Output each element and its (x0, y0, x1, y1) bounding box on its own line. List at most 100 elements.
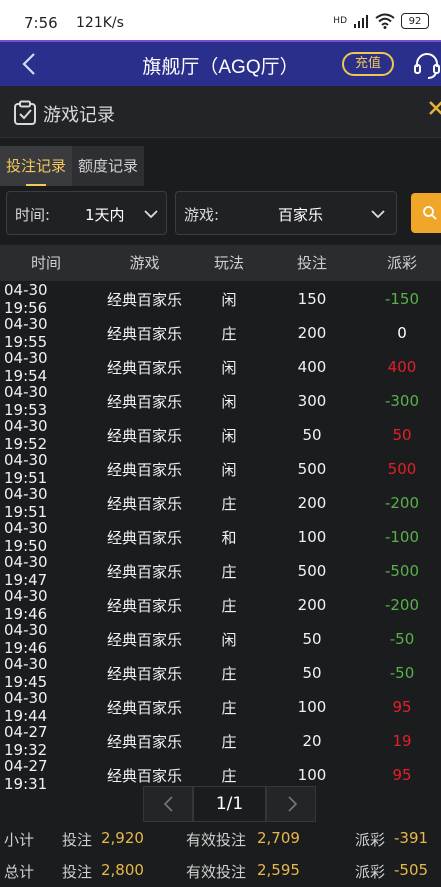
total-payout-value: -505 (394, 861, 429, 879)
row-payout: -200 (384, 596, 420, 614)
row-bet: 100 (297, 698, 327, 716)
signal-icon (354, 15, 368, 28)
tab-credit-records[interactable]: 额度记录 (72, 146, 145, 186)
row-bet: 50 (302, 630, 322, 648)
next-page-button[interactable] (266, 786, 316, 822)
chevron-right-icon (288, 796, 298, 812)
time-filter-select[interactable]: 时间: 1天内 (6, 191, 167, 235)
pagination: 1/1 (143, 786, 316, 822)
row-play: 闲 (221, 290, 237, 309)
row-game: 经典百家乐 (106, 528, 182, 547)
row-game: 经典百家乐 (106, 460, 182, 479)
row-bet: 200 (297, 324, 327, 342)
wifi-icon (375, 13, 395, 29)
chevron-left-icon (163, 796, 173, 812)
subtotal-payout-label: 派彩 (355, 831, 386, 849)
subtotal-bet-label: 投注 (62, 831, 93, 849)
network-type-icon: HD (333, 16, 347, 26)
subtotal-label: 小计 (4, 831, 35, 849)
table-row: 04-30 19:51 经典百家乐 庄 200 -200 (0, 485, 441, 521)
column-header-game: 游戏 (129, 254, 160, 272)
page-indicator: 1/1 (193, 786, 266, 822)
row-time: 04-30 19:45 (4, 655, 48, 691)
total-bet-label: 投注 (62, 863, 93, 881)
row-time: 04-27 19:32 (4, 723, 48, 759)
row-time: 04-30 19:46 (4, 621, 48, 657)
row-play: 和 (221, 528, 237, 547)
row-payout: 95 (392, 698, 412, 716)
table-row: 04-30 19:44 经典百家乐 庄 100 95 (0, 689, 441, 725)
row-bet: 50 (302, 664, 322, 682)
panel-header: 游戏记录 (0, 86, 441, 138)
row-bet: 500 (297, 460, 327, 478)
row-time: 04-30 19:44 (4, 689, 48, 725)
game-filter-select[interactable]: 游戏: 百家乐 (175, 191, 397, 235)
row-time: 04-30 19:51 (4, 485, 48, 521)
column-header-payout: 派彩 (386, 254, 417, 272)
panel-title: 游戏记录 (43, 105, 115, 126)
row-game: 经典百家乐 (106, 392, 182, 411)
close-icon[interactable] (424, 96, 441, 124)
row-bet: 100 (297, 528, 327, 546)
row-game: 经典百家乐 (106, 732, 182, 751)
row-game: 经典百家乐 (106, 494, 182, 513)
total-label: 总计 (4, 863, 35, 881)
row-play: 闲 (221, 358, 237, 377)
row-payout: -200 (384, 494, 420, 512)
row-payout: -100 (384, 528, 420, 546)
column-header-time: 时间 (30, 254, 61, 272)
row-bet: 200 (297, 494, 327, 512)
recharge-button[interactable]: 充值 (342, 52, 394, 76)
row-play: 庄 (221, 766, 237, 785)
prev-page-button[interactable] (143, 786, 193, 822)
row-payout: -500 (384, 562, 420, 580)
row-payout: 400 (387, 358, 417, 376)
row-play: 闲 (221, 392, 237, 411)
row-bet: 100 (297, 766, 327, 784)
chevron-down-icon (371, 210, 385, 219)
total-valid-value: 2,595 (257, 861, 300, 879)
table-row: 04-30 19:51 经典百家乐 闲 500 500 (0, 451, 441, 487)
row-play: 庄 (221, 494, 237, 513)
row-time: 04-30 19:52 (4, 417, 48, 453)
status-time: 7:56 (24, 14, 58, 32)
bet-record-list: 04-30 19:56 经典百家乐闲 150 -150 04-30 19:55 经典百家乐… (0, 281, 441, 793)
row-game: 经典百家乐 (106, 766, 182, 785)
row-time: 04-30 19:46 (4, 587, 48, 623)
table-row: 04-30 19:47 经典百家乐 庄 500 -500 (0, 553, 441, 589)
row-play: 庄 (221, 562, 237, 581)
row-bet: 150 (297, 290, 327, 308)
subtotal-valid-value: 2,709 (257, 829, 300, 847)
table-row: 04-30 19:53 经典百家乐 闲 300 -300 (0, 383, 441, 419)
subtotal-valid-label: 有效投注 (186, 831, 247, 849)
table-row: 04-30 19:46 经典百家乐 庄 200 -200 (0, 587, 441, 623)
game-filter-label: 游戏: (184, 206, 220, 224)
row-play: 庄 (221, 596, 237, 615)
row-bet: 200 (297, 596, 327, 614)
table-row: 04-30 19:55 经典百家乐 庄 200 0 (0, 315, 441, 351)
table-header: 时间 游戏 玩法 投注 派彩 (0, 245, 441, 281)
tab-bet-records[interactable]: 投注记录 (0, 146, 73, 186)
row-play: 庄 (221, 732, 237, 751)
record-tabs: 投注记录 额度记录 (0, 146, 145, 186)
headset-icon[interactable] (412, 50, 441, 80)
row-payout: 0 (397, 324, 407, 342)
row-time: 04-30 19:47 (4, 553, 48, 589)
row-time: 04-30 19:53 (4, 383, 48, 419)
time-filter-value: 1天内 (85, 206, 125, 224)
row-time: 04-30 19:55 (4, 315, 48, 351)
row-game: 经典百家乐 (106, 426, 182, 445)
status-bar: 7:56 121K/s HD 92 (0, 0, 441, 40)
column-header-play: 玩法 (213, 254, 244, 272)
row-game: 经典百家乐 (106, 290, 182, 309)
row-payout: 50 (392, 426, 412, 444)
table-row: 04-30 19:46 经典百家乐 闲 50 -50 (0, 621, 441, 657)
search-icon (423, 206, 437, 220)
search-button[interactable] (411, 193, 441, 233)
battery-icon: 92 (401, 13, 429, 29)
subtotal-bet-value: 2,920 (101, 829, 144, 847)
clipboard-check-icon (14, 100, 36, 125)
total-valid-label: 有效投注 (186, 863, 247, 881)
row-game: 经典百家乐 (106, 698, 182, 717)
subtotal-row: 小计 投注 2,920 有效投注 2,709 派彩 -391 (0, 823, 441, 853)
